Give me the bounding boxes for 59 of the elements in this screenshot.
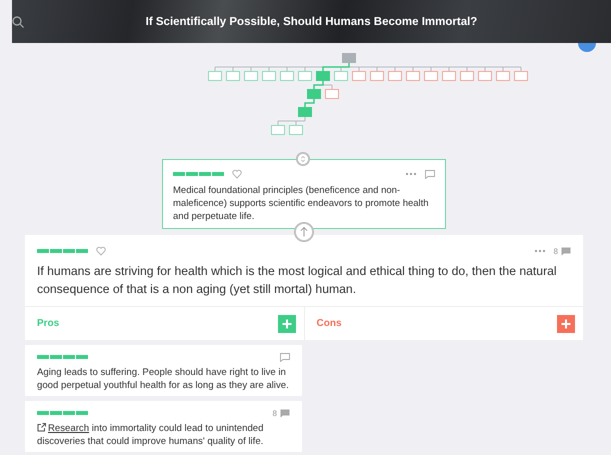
more-icon[interactable] — [534, 249, 546, 253]
comment-icon[interactable] — [561, 246, 571, 256]
argument-text: Research into immortality could lead to unintended discoveries that could improve humans' quality of life. — [37, 422, 264, 448]
map-node[interactable] — [244, 71, 258, 81]
map-node[interactable] — [316, 71, 330, 81]
action-button[interactable] — [578, 43, 596, 52]
argument-card[interactable]: 8 Research into immortality could lead to unintended discoveries that could improve humans' quality of life. — [25, 401, 302, 452]
page-title: If Scientifically Possible, Should Humans Become Immortal? — [144, 16, 478, 28]
impact-bar — [37, 355, 88, 359]
comment-count: 8 — [272, 408, 277, 418]
map-node[interactable] — [289, 125, 303, 135]
argument-text: Aging leads to suffering. People should have right to live in good perpetual youthful health for as long as they are alive. — [37, 366, 290, 392]
connector-line — [278, 116, 306, 126]
external-link-icon — [37, 423, 46, 432]
comment-count: 8 — [554, 246, 558, 256]
add-button[interactable] — [557, 314, 575, 332]
impact-bar — [37, 249, 88, 253]
map-node[interactable] — [460, 71, 474, 81]
plus-icon — [561, 318, 571, 328]
claim-text: If humans are striving for health which is the most logical and ethical thing to do, then the natural consequence of that is a non aging (yet still mortal) human. — [37, 263, 558, 298]
heart-icon[interactable] — [232, 169, 242, 179]
heart-icon[interactable] — [96, 246, 106, 256]
more-icon[interactable] — [405, 172, 417, 176]
map-node[interactable] — [496, 71, 510, 81]
map-node[interactable] — [307, 89, 321, 99]
map-node[interactable] — [280, 71, 294, 81]
comment-icon[interactable] — [425, 170, 435, 178]
impact-bar — [173, 172, 224, 176]
map-node[interactable] — [388, 71, 402, 81]
map-node[interactable] — [298, 71, 312, 81]
column-label: Pros — [37, 318, 60, 329]
map-node[interactable] — [342, 53, 356, 63]
map-node[interactable] — [442, 71, 456, 81]
connector-line — [304, 99, 315, 107]
argument-card[interactable]: Aging leads to suffering. People should have right to live in good perpetual youthful health for as long as they are alive. — [25, 345, 302, 396]
collapse-icon[interactable] — [296, 152, 310, 166]
map-node[interactable] — [370, 71, 384, 81]
map-node[interactable] — [424, 71, 438, 81]
map-node[interactable] — [325, 89, 339, 99]
impact-bar — [37, 411, 88, 415]
map-node[interactable] — [262, 71, 276, 81]
map-node[interactable] — [226, 71, 240, 81]
claim-card[interactable]: Medical foundational principles (beneficence and non-maleficence) supports scientific endeavors to promote health and perpetuate life. — [162, 159, 446, 229]
comment-icon[interactable] — [280, 408, 290, 418]
map-node[interactable] — [208, 71, 222, 81]
plus-icon — [282, 318, 292, 328]
map-node[interactable] — [271, 125, 285, 135]
claim-text: Medical foundational principles (beneficence and non-maleficence) supports scientific endeavors to promote health and perpetuate life. — [173, 184, 430, 223]
source-link[interactable]: Research — [37, 423, 90, 434]
map-node[interactable] — [478, 71, 492, 81]
column-label: Cons — [316, 318, 342, 329]
map-node[interactable] — [406, 71, 420, 81]
map-node[interactable] — [352, 71, 366, 81]
map-node[interactable] — [298, 107, 312, 117]
map-node[interactable] — [334, 71, 348, 81]
map-node[interactable] — [514, 71, 528, 81]
comment-icon[interactable] — [280, 352, 290, 362]
add-button[interactable] — [278, 314, 296, 332]
search-icon[interactable] — [12, 16, 24, 28]
